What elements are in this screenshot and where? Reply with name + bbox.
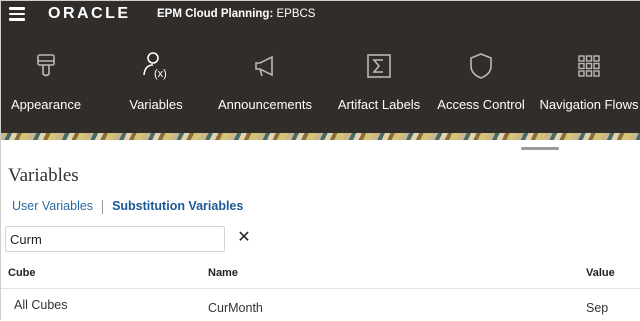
- sigma-icon: [367, 54, 391, 78]
- svg-text:(x): (x): [154, 68, 167, 80]
- table-row[interactable]: All Cubes CurMonth Sep: [1, 290, 640, 321]
- page-title: Variables: [8, 165, 79, 186]
- header-divider: [1, 288, 640, 289]
- variables-icon: (x): [143, 52, 167, 80]
- tab-substitution-variables[interactable]: Substitution Variables: [112, 199, 243, 213]
- tab-user-variables[interactable]: User Variables: [12, 199, 93, 213]
- decorative-banner: [1, 133, 640, 140]
- nav-item-appearance[interactable]: Appearance: [1, 29, 91, 133]
- nav-label-artifact-labels: Artifact Labels: [337, 97, 421, 112]
- nav-item-access-control[interactable]: Access Control: [435, 29, 527, 133]
- main-content: Variables User Variables Substitution Var…: [1, 140, 640, 321]
- app-title: EPM Cloud Planning: EPBCS: [157, 8, 315, 20]
- column-header-cube[interactable]: Cube: [8, 267, 36, 279]
- tab-divider: [102, 199, 104, 214]
- nav-item-navigation-flows[interactable]: Navigation Flows: [539, 29, 639, 133]
- nav-item-announcements[interactable]: Announcements: [213, 29, 317, 133]
- nav-label-access-control: Access Control: [437, 97, 525, 112]
- nav-label-navigation-flows: Navigation Flows: [539, 97, 639, 112]
- nav-item-artifact-labels[interactable]: Artifact Labels: [331, 29, 427, 133]
- grid-icon: [578, 55, 600, 77]
- app-name: EPM Cloud Planning:: [157, 8, 274, 20]
- column-header-name[interactable]: Name: [208, 267, 238, 279]
- drag-handle[interactable]: [521, 147, 559, 150]
- nav-label-variables: Variables: [129, 97, 183, 112]
- close-icon[interactable]: ✕: [235, 229, 253, 247]
- oracle-logo: ORACLE: [48, 5, 131, 22]
- cell-name: CurMonth: [208, 301, 263, 315]
- megaphone-icon: [255, 55, 273, 77]
- navigation-band: Appearance (x) Variables Announcements A…: [1, 29, 640, 133]
- top-bar: ORACLE EPM Cloud Planning: EPBCS: [1, 1, 640, 29]
- column-header-value[interactable]: Value: [586, 267, 615, 279]
- shield-icon: [470, 53, 492, 79]
- appearance-icon: [37, 54, 55, 77]
- app-instance: EPBCS: [276, 8, 316, 20]
- cell-value: Sep: [586, 301, 609, 315]
- nav-label-announcements: Announcements: [218, 97, 312, 112]
- hamburger-menu-icon[interactable]: [9, 7, 25, 21]
- variable-tabs: User Variables Substitution Variables: [12, 199, 243, 214]
- nav-label-appearance: Appearance: [10, 97, 82, 112]
- cell-cube: All Cubes: [14, 298, 68, 312]
- search-input[interactable]: [5, 226, 225, 252]
- nav-item-variables[interactable]: (x) Variables: [111, 29, 201, 133]
